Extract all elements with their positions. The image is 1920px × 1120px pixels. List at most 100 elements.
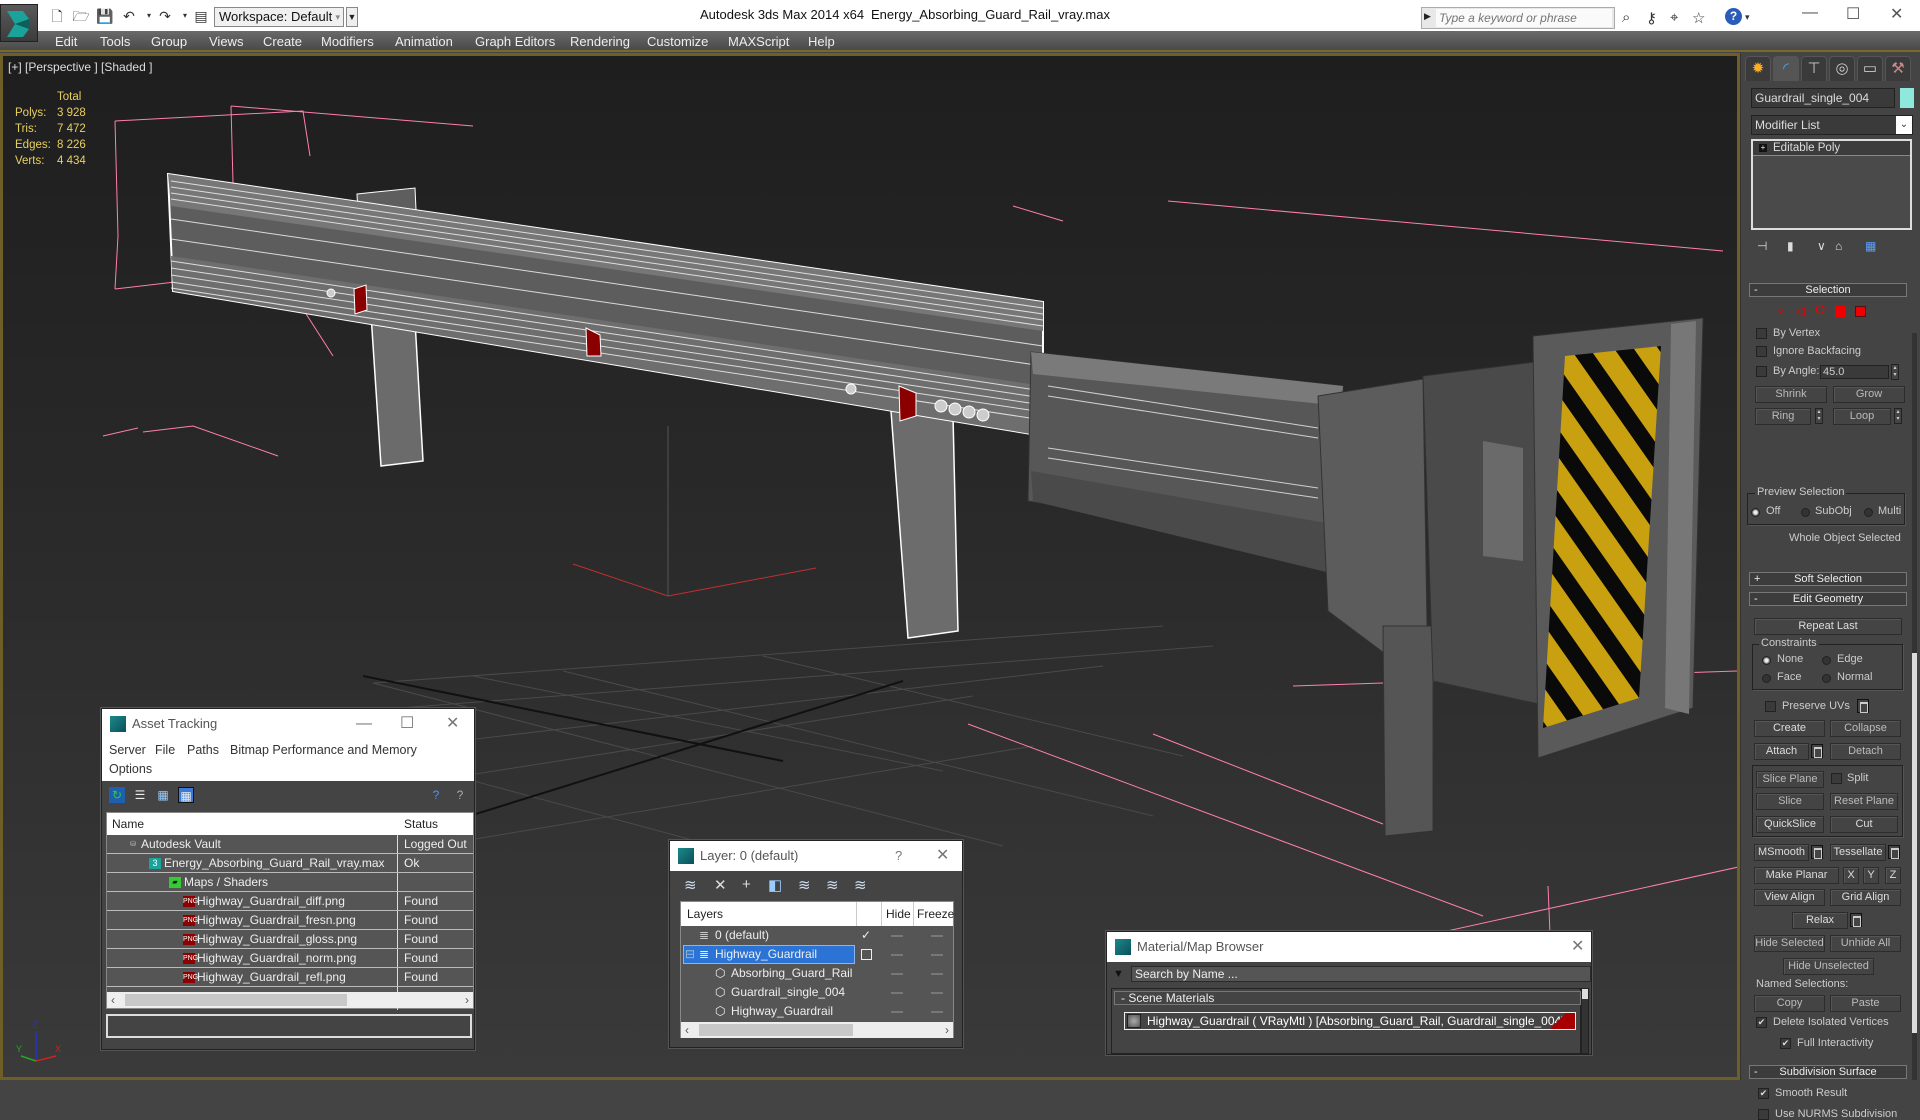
window-titlebar[interactable]: Layer: 0 (default) ? ✕	[670, 841, 962, 871]
refresh-icon[interactable]: ↻	[109, 787, 125, 803]
binoculars-icon[interactable]: ⌕	[1622, 9, 1630, 26]
object-name-field[interactable]: Guardrail_single_004	[1751, 88, 1895, 108]
window-titlebar[interactable]: Material/Map Browser ✕	[1107, 932, 1591, 962]
menu-views[interactable]: Views	[209, 34, 243, 49]
window-titlebar[interactable]: Asset Tracking — ☐ ✕	[102, 709, 474, 739]
help-dropdown-icon[interactable]: ▾	[1745, 12, 1750, 23]
element-mode-icon[interactable]	[1855, 306, 1866, 317]
highlight-selected-icon[interactable]: ≋	[826, 876, 839, 894]
menu-help[interactable]: Help	[808, 34, 835, 49]
configure-sets-icon[interactable]: ▦	[1865, 239, 1876, 253]
attach-button[interactable]: Attach	[1754, 743, 1809, 760]
list-view-icon[interactable]: ☰	[132, 787, 148, 803]
hide-toggle[interactable]	[891, 935, 903, 937]
preview-off-radio[interactable]	[1751, 508, 1760, 517]
repeat-last-button[interactable]: Repeat Last	[1754, 618, 1902, 635]
detach-button[interactable]: Detach	[1830, 743, 1901, 760]
hide-toggle[interactable]	[891, 1011, 903, 1013]
infocenter-search[interactable]: ▶	[1421, 7, 1615, 29]
menu-edit[interactable]: Edit	[55, 34, 77, 49]
scroll-left-icon[interactable]: ‹	[111, 992, 115, 1008]
table-row[interactable]: PNG Highway_Guardrail_gloss.png Found	[107, 930, 473, 949]
slice-plane-button[interactable]: Slice Plane	[1756, 771, 1824, 788]
stack-item-editable-poly[interactable]: + Editable Poly	[1753, 141, 1910, 156]
column-status[interactable]: Status	[404, 817, 438, 831]
tab-motion[interactable]: ◎	[1829, 56, 1855, 81]
table-row[interactable]: PNG Highway_Guardrail_fresn.png Found	[107, 911, 473, 930]
viewport-label[interactable]: [+] [Perspective ] [Shaded ]	[8, 60, 152, 74]
rollout-edit-geometry[interactable]: - Edit Geometry	[1749, 592, 1907, 606]
rollout-subdivision-surface[interactable]: - Subdivision Surface	[1749, 1065, 1907, 1079]
shrink-button[interactable]: Shrink	[1755, 386, 1827, 403]
horizontal-scrollbar[interactable]: ‹ ›	[681, 1022, 953, 1038]
by-vertex-checkbox[interactable]	[1756, 328, 1767, 339]
scroll-right-icon[interactable]: ›	[465, 992, 469, 1008]
show-end-result-icon[interactable]: ▮	[1787, 239, 1794, 253]
table-row[interactable]: PNG Highway_Guardrail_diff.png Found	[107, 892, 473, 911]
paste-button[interactable]: Paste	[1830, 995, 1901, 1012]
vertical-scrollbar[interactable]	[1581, 988, 1589, 1054]
close-button[interactable]: ✕	[1571, 932, 1584, 962]
workspace-dropdown[interactable]: Workspace: Default ▾	[214, 7, 344, 27]
scrollbar-thumb[interactable]	[125, 994, 347, 1006]
key-icon[interactable]: ⚷	[1646, 9, 1657, 27]
pin-stack-icon[interactable]: ⊣	[1757, 239, 1767, 253]
material-search-input[interactable]: Search by Name ...	[1131, 966, 1591, 982]
constraint-edge-radio[interactable]	[1822, 656, 1831, 665]
expand-arrow-icon[interactable]: ▶	[1424, 11, 1431, 22]
new-layer-icon[interactable]: ≋	[684, 876, 697, 894]
column-freeze[interactable]: Freeze	[917, 907, 954, 921]
hide-toggle[interactable]	[891, 992, 903, 994]
minimize-button[interactable]: —	[356, 709, 372, 739]
hide-toggle[interactable]	[891, 973, 903, 975]
edge-mode-icon[interactable]: ◁	[1795, 303, 1805, 319]
help-button[interactable]: ?	[895, 841, 902, 871]
ring-spinner[interactable]: ▴ ▾	[1815, 408, 1823, 424]
rollout-soft-selection[interactable]: + Soft Selection	[1749, 572, 1907, 586]
attach-list-icon[interactable]	[1811, 744, 1823, 758]
set-current-checkbox[interactable]	[861, 949, 872, 960]
slice-button[interactable]: Slice	[1756, 793, 1824, 810]
use-nurms-checkbox[interactable]	[1758, 1109, 1769, 1120]
freeze-toggle[interactable]	[931, 954, 943, 956]
context-help-icon[interactable]: ?	[452, 787, 468, 803]
quickslice-button[interactable]: QuickSlice	[1756, 816, 1824, 833]
by-angle-input[interactable]: 45.0	[1820, 365, 1889, 379]
project-folder-icon[interactable]: ▤	[192, 8, 210, 24]
loop-button[interactable]: Loop	[1833, 408, 1891, 425]
help-bubble-icon[interactable]: ?	[428, 787, 444, 803]
freeze-toggle[interactable]	[931, 992, 943, 994]
scroll-left-icon[interactable]: ‹	[685, 1022, 689, 1038]
new-file-icon[interactable]: 🗋	[48, 8, 66, 24]
menu-options[interactable]: Options	[109, 762, 152, 776]
preserve-uvs-settings-icon[interactable]	[1857, 699, 1869, 713]
tab-display[interactable]: ▭	[1857, 56, 1883, 81]
tessellate-button[interactable]: Tessellate	[1830, 844, 1886, 861]
select-objects-icon[interactable]: ◧	[768, 876, 782, 894]
polygon-mode-icon[interactable]	[1835, 306, 1846, 317]
table-row[interactable]: 3 Energy_Absorbing_Guard_Rail_vray.max Ok	[107, 854, 473, 873]
planar-y-button[interactable]: Y	[1863, 867, 1879, 884]
table-row[interactable]: PNG Highway_Guardrail_norm.png Found	[107, 949, 473, 968]
satellite-icon[interactable]: ⌖	[1670, 9, 1678, 26]
app-menu-button[interactable]	[0, 4, 38, 42]
freeze-toggle[interactable]	[931, 1011, 943, 1013]
menu-paths[interactable]: Paths	[187, 743, 219, 757]
hide-toggle[interactable]	[891, 954, 903, 956]
hide-selected-button[interactable]: Hide Selected	[1754, 935, 1825, 952]
close-button[interactable]: ✕	[936, 841, 949, 871]
menu-graph-editors[interactable]: Graph Editors	[475, 34, 555, 49]
column-hide[interactable]: Hide	[886, 907, 911, 921]
freeze-toggle[interactable]	[931, 973, 943, 975]
menu-create[interactable]: Create	[263, 34, 302, 49]
menu-rendering[interactable]: Rendering	[570, 34, 630, 49]
menu-maxscript[interactable]: MAXScript	[728, 34, 789, 49]
msmooth-button[interactable]: MSmooth	[1754, 844, 1809, 861]
rollout-selection[interactable]: - Selection	[1749, 283, 1907, 297]
preview-subobj-radio[interactable]	[1801, 508, 1810, 517]
split-checkbox[interactable]	[1831, 773, 1842, 784]
table-row[interactable]: ⛁ Autodesk Vault Logged Out .	[107, 835, 473, 865]
expand-icon[interactable]: +	[1759, 144, 1767, 152]
vertex-mode-icon[interactable]: ⁘	[1775, 303, 1786, 319]
constraint-none-radio[interactable]	[1762, 656, 1771, 665]
